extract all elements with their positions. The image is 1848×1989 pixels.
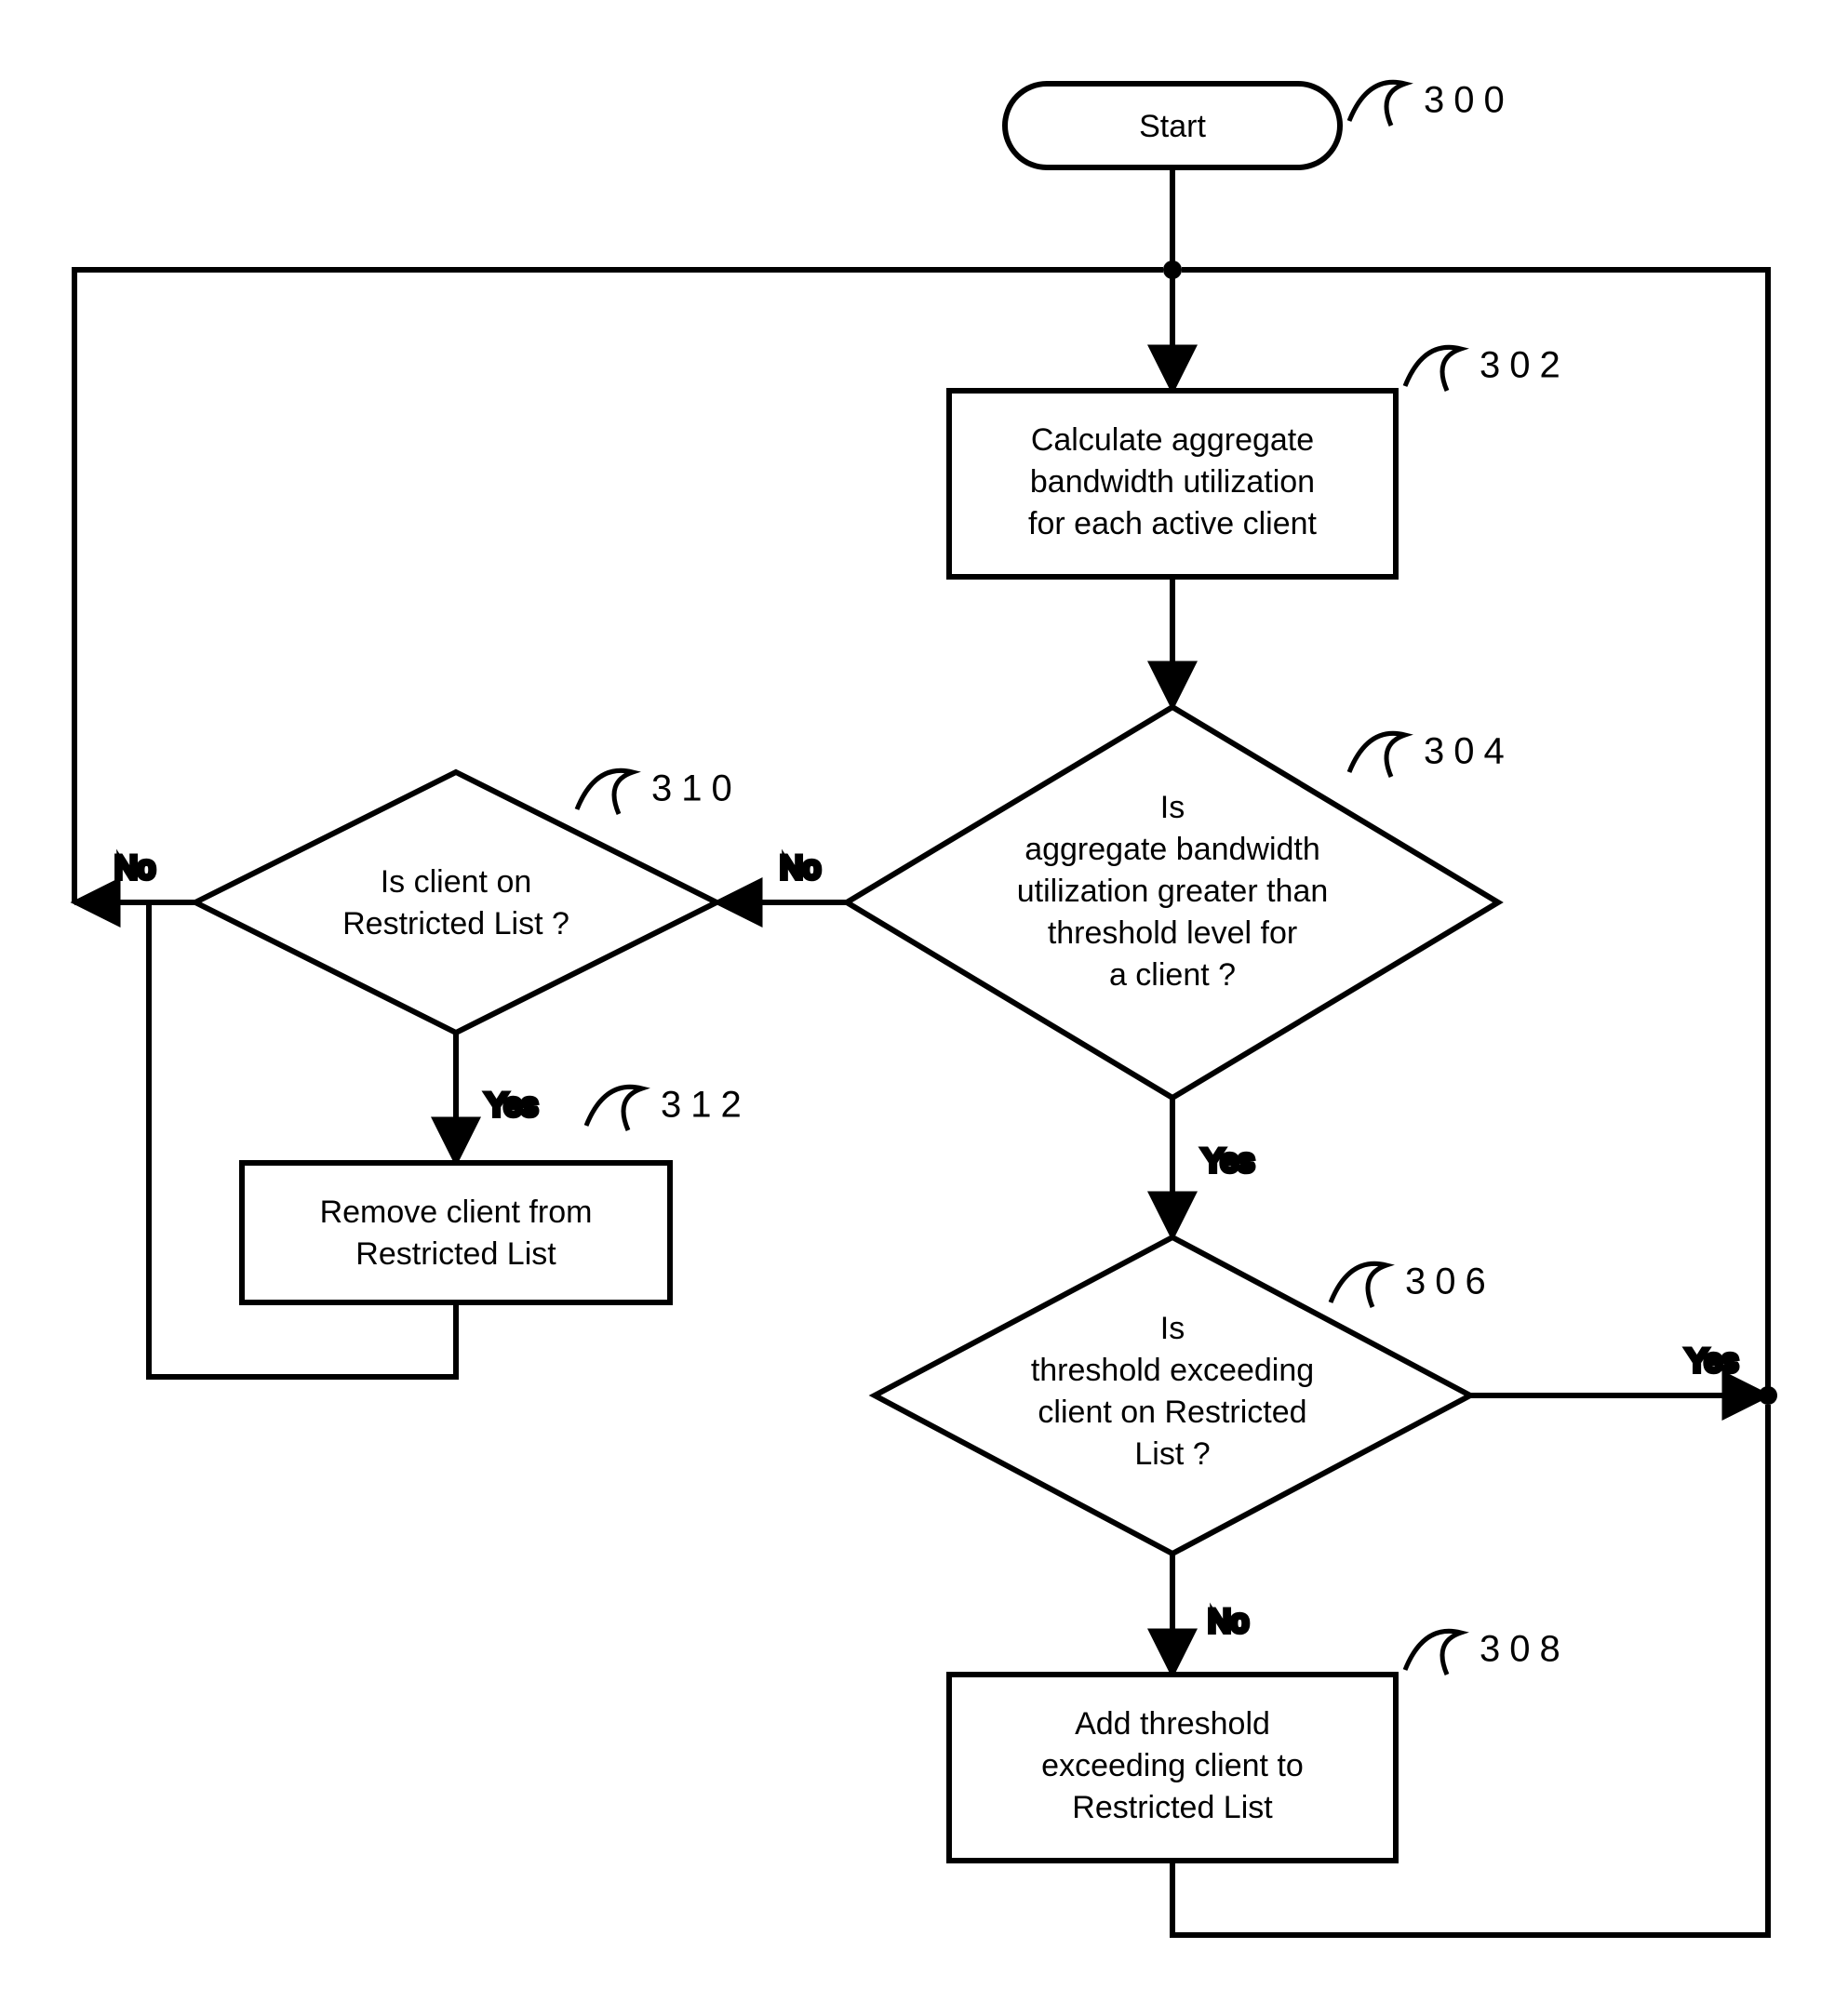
svg-text:308: 308 (1480, 1629, 1570, 1670)
svg-text:aggregate bandwidth: aggregate bandwidth (1024, 832, 1320, 867)
svg-text:utilization greater than: utilization greater than (1017, 874, 1329, 909)
svg-text:client on Restricted: client on Restricted (1038, 1395, 1306, 1430)
node-start: Start (1005, 84, 1340, 167)
svg-text:a client ?: a client ? (1109, 957, 1236, 993)
ref-302: 302 (1405, 345, 1570, 391)
ref-308: 308 (1405, 1629, 1570, 1675)
svg-text:306: 306 (1405, 1261, 1495, 1302)
edge-label-yes: Yes (486, 1088, 537, 1123)
svg-text:Is: Is (1160, 1311, 1185, 1346)
node-306: Is threshold exceeding client on Restric… (875, 1237, 1470, 1554)
flowchart: Yes No No Yes Yes No Start 300 (0, 0, 1848, 1989)
ref-312: 312 (586, 1085, 751, 1130)
edge-label-no: No (114, 850, 154, 886)
svg-text:312: 312 (661, 1085, 751, 1126)
svg-text:Restricted List: Restricted List (1072, 1790, 1273, 1825)
ref-306: 306 (1331, 1261, 1495, 1307)
svg-text:Is: Is (1160, 790, 1185, 825)
svg-text:List ?: List ? (1134, 1436, 1210, 1472)
svg-text:Calculate aggregate: Calculate aggregate (1031, 422, 1314, 458)
svg-text:302: 302 (1480, 345, 1570, 386)
edge-label-yes: Yes (1202, 1143, 1253, 1179)
svg-text:bandwidth utilization: bandwidth utilization (1030, 464, 1315, 500)
node-304: Is aggregate bandwidth utilization great… (847, 707, 1498, 1098)
edge-label-no: No (780, 850, 820, 886)
svg-text:exceeding client to: exceeding client to (1041, 1748, 1304, 1783)
svg-text:Restricted List: Restricted List (355, 1236, 556, 1272)
svg-text:Restricted List ?: Restricted List ? (342, 906, 569, 941)
svg-text:304: 304 (1424, 731, 1514, 772)
edge-label-no: No (1208, 1604, 1248, 1639)
svg-text:threshold exceeding: threshold exceeding (1031, 1353, 1314, 1388)
start-label: Start (1139, 109, 1206, 144)
node-308: Add threshold exceeding client to Restri… (949, 1675, 1396, 1861)
svg-text:Add threshold: Add threshold (1075, 1706, 1270, 1742)
node-310: Is client on Restricted List ? (195, 772, 716, 1033)
svg-text:Is client on: Is client on (381, 864, 532, 900)
svg-text:300: 300 (1424, 80, 1514, 121)
node-312: Remove client from Restricted List (242, 1163, 670, 1302)
edges: Yes No No Yes Yes No (74, 167, 1777, 1935)
svg-text:310: 310 (651, 768, 742, 809)
edge-label-yes: Yes (1686, 1343, 1737, 1379)
ref-300: 300 (1349, 80, 1514, 126)
ref-310: 310 (577, 768, 742, 814)
svg-text:threshold level for: threshold level for (1048, 915, 1297, 951)
svg-text:for each active client: for each active client (1028, 506, 1317, 541)
ref-304: 304 (1349, 731, 1514, 777)
node-302: Calculate aggregate bandwidth utilizatio… (949, 391, 1396, 577)
svg-text:Remove client from: Remove client from (320, 1195, 593, 1230)
